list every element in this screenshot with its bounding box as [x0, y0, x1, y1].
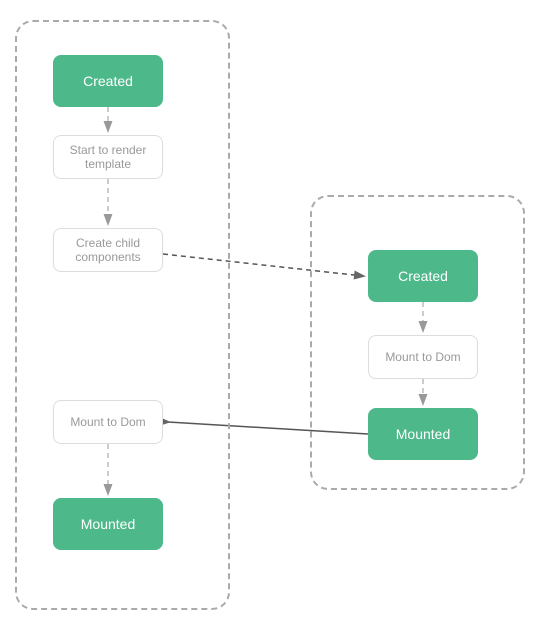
created-right-label: Created: [398, 268, 448, 284]
node-mount-dom-right: Mount to Dom: [368, 335, 478, 379]
mount-dom-right-label: Mount to Dom: [385, 350, 460, 364]
node-mounted-right: Mounted: [368, 408, 478, 460]
render-left-label: Start to render template: [54, 143, 162, 171]
node-mount-dom-left: Mount to Dom: [53, 400, 163, 444]
diagram: Created Start to render template Create …: [0, 0, 537, 629]
node-created-right: Created: [368, 250, 478, 302]
mounted-left-label: Mounted: [81, 516, 135, 532]
node-mounted-left: Mounted: [53, 498, 163, 550]
child-left-label: Create child components: [54, 236, 162, 264]
created-left-label: Created: [83, 73, 133, 89]
node-child-left: Create child components: [53, 228, 163, 272]
node-render-left: Start to render template: [53, 135, 163, 179]
mount-dom-left-label: Mount to Dom: [70, 415, 145, 429]
node-created-left: Created: [53, 55, 163, 107]
mounted-right-label: Mounted: [396, 426, 450, 442]
